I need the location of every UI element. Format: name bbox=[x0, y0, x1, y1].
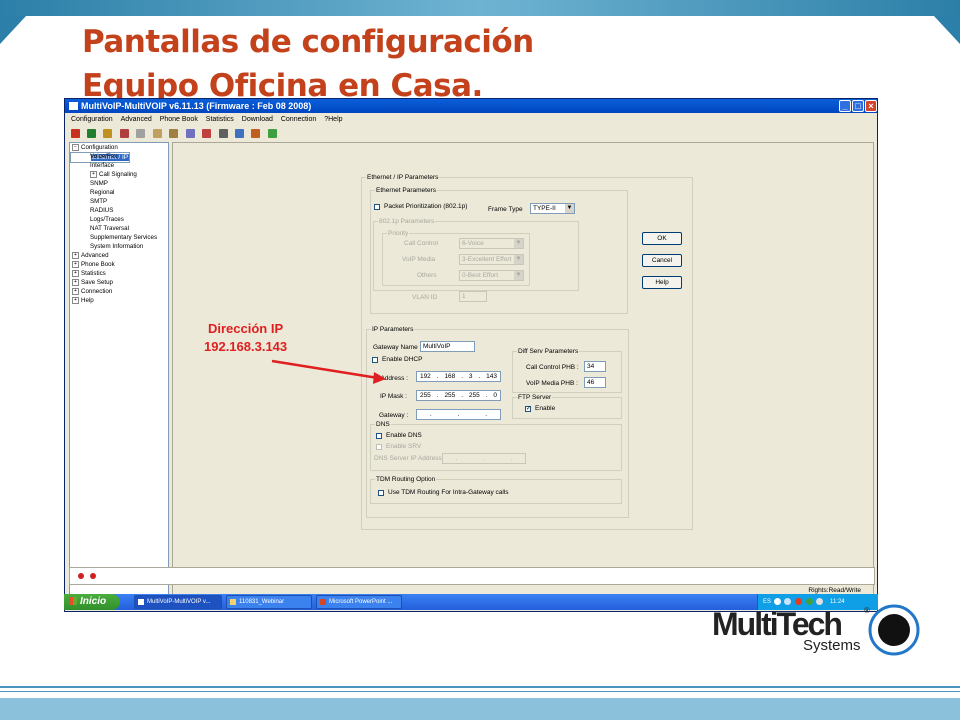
logo-circle-icon bbox=[868, 604, 920, 656]
multitech-logo: MultiTech ® Systems bbox=[712, 604, 922, 660]
bottom-divider bbox=[0, 691, 960, 692]
logo-subtitle: Systems bbox=[803, 637, 861, 654]
arrow-line bbox=[271, 359, 379, 380]
bottom-divider bbox=[0, 686, 960, 688]
bottom-decoration-band bbox=[0, 698, 960, 720]
arrow-head-icon bbox=[373, 372, 386, 384]
